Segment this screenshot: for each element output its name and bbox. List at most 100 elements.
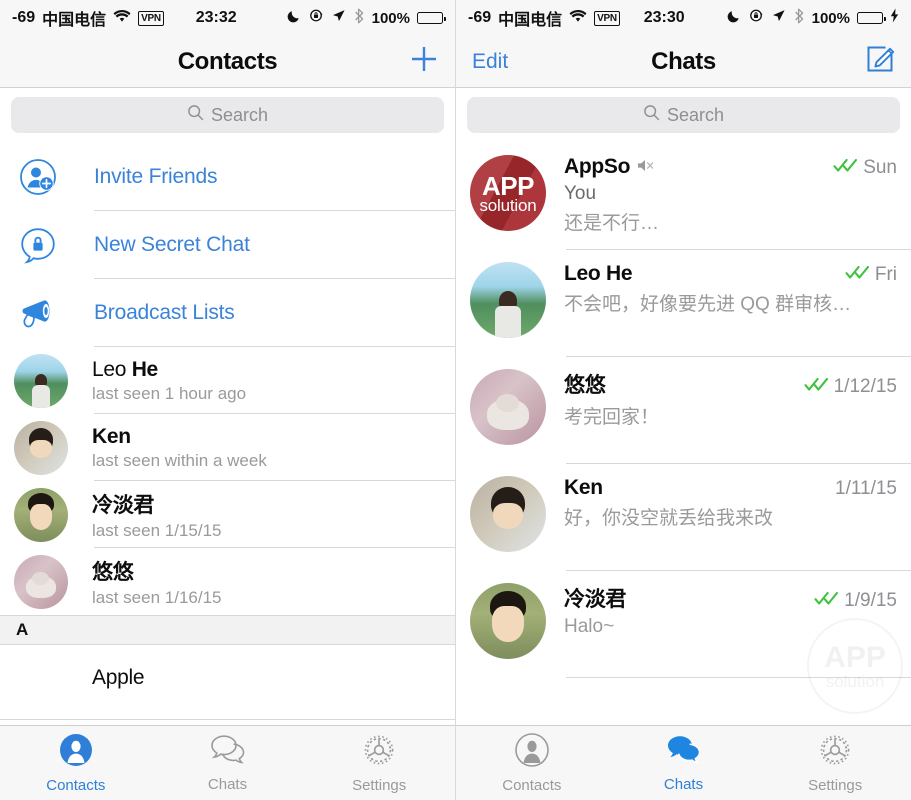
chat-name: 悠悠	[564, 374, 606, 397]
chat-row-leo-he[interactable]: Leo He Fri 不会吧，好像要先进 QQ 群审核…	[456, 250, 911, 357]
avatar	[14, 420, 68, 475]
contact-status: last seen 1 hour ago	[92, 383, 247, 403]
double-check-icon	[845, 265, 871, 285]
plus-icon	[409, 44, 439, 79]
double-check-icon	[804, 377, 830, 397]
battery-icon	[857, 12, 886, 24]
chat-timestamp: Sun	[863, 157, 897, 178]
chat-bubbles-icon	[666, 734, 702, 771]
moon-icon	[727, 8, 742, 28]
chat-row-youyou[interactable]: 悠悠 1/12/15 考完回家！	[456, 357, 911, 464]
contact-name: Ken	[92, 424, 131, 448]
tab-chats[interactable]: Chats	[608, 726, 760, 800]
nav-bar-contacts: Contacts	[0, 36, 455, 88]
search-icon	[187, 104, 204, 126]
tab-settings[interactable]: Settings	[759, 726, 911, 800]
wifi-icon	[569, 9, 587, 28]
bluetooth-icon	[353, 8, 365, 29]
chats-list: APP solution AppSo Sun You 还是不行… Leo He …	[456, 143, 911, 725]
compose-icon	[865, 44, 895, 79]
rotation-lock-icon	[749, 8, 764, 28]
status-bar-left: -69 中国电信 VPN 23:32 100%	[0, 0, 455, 36]
chat-row-appso[interactable]: APP solution AppSo Sun You 还是不行…	[456, 143, 911, 250]
chat-row-lengdanjun[interactable]: 冷淡君 1/9/15 Halo~	[456, 571, 911, 678]
chat-name: 冷淡君	[564, 588, 627, 611]
page-title: Chats	[651, 47, 716, 75]
search-input[interactable]: Search	[11, 97, 444, 133]
tab-label: Contacts	[502, 776, 562, 794]
contact-row-youyou[interactable]: 悠悠 last seen 1/16/15	[0, 548, 455, 615]
moon-icon	[287, 8, 302, 28]
rotation-lock-icon	[309, 8, 324, 28]
action-label: New Secret Chat	[94, 233, 250, 256]
chat-name: AppSo	[564, 155, 631, 178]
chat-preview: 不会吧，好像要先进 QQ 群审核…	[564, 294, 852, 315]
vpn-indicator: VPN	[138, 10, 164, 26]
search-icon	[643, 104, 660, 126]
avatar	[14, 554, 68, 609]
tab-chats[interactable]: Chats	[152, 726, 304, 800]
avatar	[470, 369, 546, 445]
section-header-a: A	[0, 615, 455, 645]
tab-contacts[interactable]: Contacts	[0, 726, 152, 800]
avatar	[470, 262, 546, 338]
action-invite-friends[interactable]: Invite Friends	[0, 143, 455, 211]
contact-name: Leo He	[92, 357, 158, 381]
chat-name: Leo He	[564, 262, 633, 285]
contact-row-leo-he[interactable]: Leo He last seen 1 hour ago	[0, 347, 455, 414]
clock-time: 23:30	[643, 9, 685, 26]
gear-icon	[818, 733, 852, 772]
add-contact-button[interactable]	[409, 44, 439, 79]
battery-percent: 100%	[371, 9, 410, 27]
chat-bubbles-icon	[210, 734, 246, 771]
tab-label: Chats	[663, 775, 704, 793]
compose-button[interactable]	[865, 44, 895, 79]
chat-preview: 好，你没空就丢给我来改	[564, 508, 774, 529]
avatar	[14, 487, 68, 542]
lock-bubble-icon	[16, 226, 60, 264]
location-arrow-icon	[331, 8, 346, 28]
wifi-icon	[113, 9, 131, 28]
chat-preview: 考完回家！	[564, 407, 660, 428]
partial-row-cutoff	[0, 719, 455, 725]
contact-row-ken[interactable]: Ken last seen within a week	[0, 414, 455, 481]
divider	[566, 677, 911, 678]
signal-strength: -69	[468, 9, 492, 26]
tab-bar-left: Contacts Chats Settings	[0, 725, 455, 800]
action-new-secret-chat[interactable]: New Secret Chat	[0, 211, 455, 279]
chat-preview: 还是不行…	[564, 213, 660, 234]
avatar	[470, 476, 546, 552]
edit-button[interactable]: Edit	[472, 50, 508, 74]
tab-label: Contacts	[46, 776, 106, 794]
add-person-icon	[16, 158, 60, 196]
avatar-text-primary: APP	[482, 170, 534, 201]
contacts-screen: -69 中国电信 VPN 23:32 100% Contacts Search …	[0, 0, 455, 800]
person-icon	[515, 732, 549, 772]
search-container-contacts: Search	[0, 88, 455, 143]
contact-name: 悠悠	[92, 560, 134, 584]
tab-bar-right: Contacts Chats Settings	[456, 725, 911, 800]
chat-row-ken[interactable]: Ken 1/11/15 好，你没空就丢给我来改	[456, 464, 911, 571]
action-label: Invite Friends	[94, 165, 218, 188]
contact-row-apple[interactable]: Apple	[0, 645, 455, 711]
person-icon	[59, 733, 93, 772]
bluetooth-icon	[793, 8, 805, 29]
tab-label: Settings	[352, 776, 407, 794]
carrier-name: 中国电信	[498, 12, 563, 29]
tab-label: Chats	[207, 775, 248, 793]
avatar	[470, 583, 546, 659]
avatar	[14, 353, 68, 408]
tab-settings[interactable]: Settings	[303, 726, 455, 800]
clock-time: 23:32	[195, 9, 237, 26]
megaphone-icon	[16, 296, 60, 330]
search-placeholder: Search	[210, 104, 269, 125]
gear-icon	[362, 733, 396, 772]
search-input[interactable]: Search	[467, 97, 900, 133]
double-check-icon	[833, 158, 859, 178]
chat-timestamp: 1/12/15	[833, 376, 897, 397]
action-broadcast-lists[interactable]: Broadcast Lists	[0, 279, 455, 347]
contact-row-lengdanjun[interactable]: 冷淡君 last seen 1/15/15	[0, 481, 455, 548]
contact-name: Apple	[92, 666, 145, 689]
status-bar-right: -69 中国电信 VPN 23:30 100%	[456, 0, 911, 36]
tab-contacts[interactable]: Contacts	[456, 726, 608, 800]
